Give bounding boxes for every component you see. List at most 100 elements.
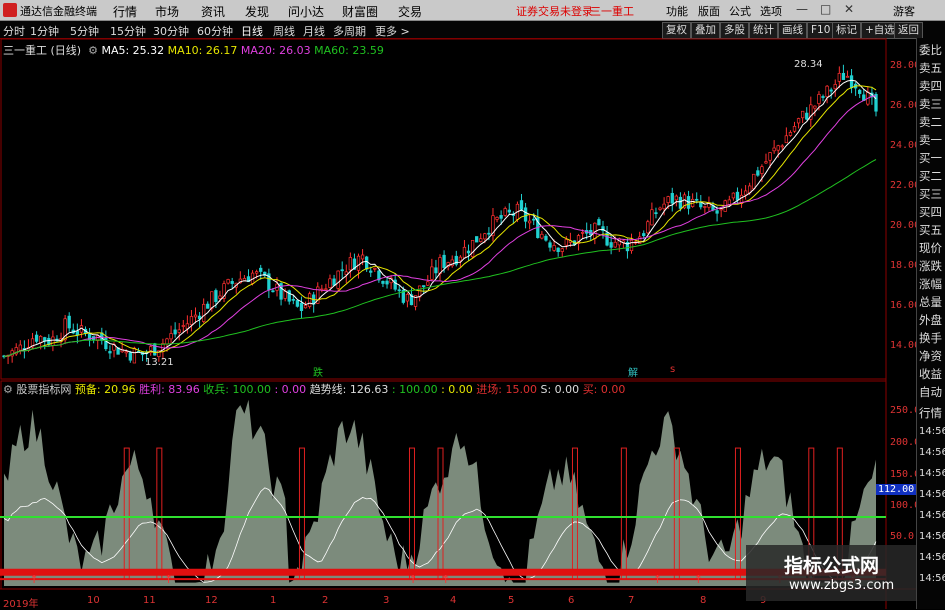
candle-body: [743, 190, 748, 196]
period-tab-daily[interactable]: 日线: [241, 23, 263, 39]
buy-arrow-icon: ↑: [441, 573, 450, 586]
period-tab-fenshi[interactable]: 分时: [3, 23, 25, 39]
menu-item-hangqing[interactable]: 行情: [113, 3, 137, 20]
right-panel-item[interactable]: 收益: [919, 366, 944, 382]
login-notice[interactable]: 证券交易未登录: [516, 3, 593, 19]
buy-arrow-icon: ↑: [694, 573, 703, 586]
zero2-value: : 0.00: [441, 383, 473, 396]
date-tick: 2019年: [3, 599, 39, 610]
menu-item-faxian[interactable]: 发现: [245, 3, 269, 20]
candle-body: [193, 314, 198, 318]
menu-item-wenxiaoda[interactable]: 问小达: [288, 3, 324, 20]
maximize-icon[interactable]: □: [820, 2, 831, 16]
candle-body: [560, 248, 564, 252]
menu-item-zixun[interactable]: 资讯: [201, 3, 225, 20]
candle-body: [719, 208, 723, 211]
candle-body: [495, 217, 499, 220]
candle-body: [527, 220, 532, 224]
right-panel-lower-item: 14:56: [919, 489, 945, 500]
candle-body: [548, 242, 552, 248]
menu-item-jiaoyi[interactable]: 交易: [398, 3, 422, 20]
menu-item-xuanxiang[interactable]: 选项: [760, 3, 782, 19]
tool-fuquan-button[interactable]: 复权: [662, 22, 691, 39]
close-icon[interactable]: ✕: [844, 2, 854, 16]
right-panel-item[interactable]: 外盘: [919, 312, 944, 328]
candle-body: [108, 351, 112, 354]
right-panel-item[interactable]: 卖五: [919, 60, 944, 76]
tool-fanhui-button[interactable]: 返回: [894, 22, 923, 39]
date-tick: 2: [322, 595, 329, 606]
candle-body: [18, 344, 22, 351]
right-panel-lower-item[interactable]: 自动: [919, 384, 944, 400]
stock-name-title: 三一重工: [590, 5, 634, 18]
tool-duogu-button[interactable]: 多股: [720, 22, 749, 39]
right-panel-item[interactable]: 卖三: [919, 96, 944, 112]
candle-body: [165, 338, 169, 345]
candle-body: [426, 281, 430, 286]
right-panel-item[interactable]: 净资: [919, 348, 944, 364]
menu-item-caifuquan[interactable]: 财富圈: [342, 3, 378, 20]
right-panel-lower-item: 14:56: [919, 468, 945, 479]
tool-f10-button[interactable]: F10: [807, 22, 835, 39]
right-panel-item[interactable]: 买二: [919, 168, 944, 184]
candle-body: [796, 118, 801, 124]
period-tab-weekly[interactable]: 周线: [273, 23, 295, 39]
period-tab-30min[interactable]: 30分钟: [153, 23, 189, 39]
candle-body: [613, 241, 617, 248]
candle-body: [772, 147, 776, 152]
right-panel-item[interactable]: 总量: [919, 294, 944, 310]
app-title: 通达信金融终端: [20, 5, 97, 18]
right-panel-item[interactable]: 买四: [919, 204, 944, 220]
right-panel-item[interactable]: 卖四: [919, 78, 944, 94]
right-panel-item[interactable]: 换手: [919, 330, 944, 346]
app-logo-icon: [3, 3, 17, 17]
indicator-settings-icon[interactable]: ⚙: [3, 383, 13, 396]
candle-body: [299, 302, 304, 311]
minimize-icon[interactable]: —: [796, 2, 808, 16]
candle-body: [544, 235, 548, 241]
period-tab-60min[interactable]: 60分钟: [197, 23, 233, 39]
guest-label[interactable]: 游客: [893, 3, 915, 19]
period-tab-1min[interactable]: 1分钟: [30, 23, 59, 39]
high-price-label: 28.34: [794, 59, 823, 70]
candle-body: [373, 267, 377, 270]
menu-item-gongshi[interactable]: 公式: [729, 3, 751, 19]
right-panel-item[interactable]: 买五: [919, 222, 944, 238]
period-tab-multi[interactable]: 多周期: [333, 23, 366, 39]
tool-tongji-button[interactable]: 统计: [749, 22, 778, 39]
candle-body: [540, 233, 544, 239]
shoubing-value: 收兵: 100.00: [203, 383, 271, 396]
mai-value: 买: 0.00: [582, 383, 626, 396]
right-panel-item[interactable]: 买三: [919, 186, 944, 202]
right-panel-item[interactable]: 卖二: [919, 114, 944, 130]
candle-body: [291, 299, 295, 301]
candle-body: [434, 267, 438, 274]
right-panel-item[interactable]: 涨跌: [919, 258, 944, 274]
candle-body: [348, 257, 353, 271]
right-panel-item[interactable]: 委比: [919, 42, 944, 58]
period-tab-5min[interactable]: 5分钟: [70, 23, 99, 39]
candle-body: [805, 112, 809, 120]
candle-body: [552, 245, 556, 251]
right-panel-item[interactable]: 涨幅: [919, 276, 944, 292]
right-panel-item[interactable]: 现价: [919, 240, 944, 256]
period-tab-15min[interactable]: 15分钟: [110, 23, 146, 39]
menu-item-banmian[interactable]: 版面: [698, 3, 720, 19]
period-tab-more[interactable]: 更多 >: [375, 23, 410, 39]
tool-diejia-button[interactable]: 叠加: [691, 22, 720, 39]
right-panel-item[interactable]: 卖一: [919, 132, 944, 148]
candle-body: [658, 207, 662, 210]
period-tab-monthly[interactable]: 月线: [303, 23, 325, 39]
candle-body: [532, 218, 536, 221]
right-panel-item[interactable]: 买一: [919, 150, 944, 166]
date-tick: 1: [270, 595, 277, 606]
candle-body: [609, 242, 613, 248]
candle-body: [405, 294, 410, 302]
candle-body: [776, 145, 780, 151]
right-panel-lower-item[interactable]: 行情: [919, 405, 944, 421]
tool-biaoji-button[interactable]: 标记: [832, 22, 861, 39]
chart-canvas[interactable]: ↑↑↑↑↑↑↑↑: [0, 38, 916, 609]
tool-huaxian-button[interactable]: 画线: [778, 22, 807, 39]
menu-item-shichang[interactable]: 市场: [155, 3, 179, 20]
menu-item-gongneng[interactable]: 功能: [666, 3, 688, 19]
